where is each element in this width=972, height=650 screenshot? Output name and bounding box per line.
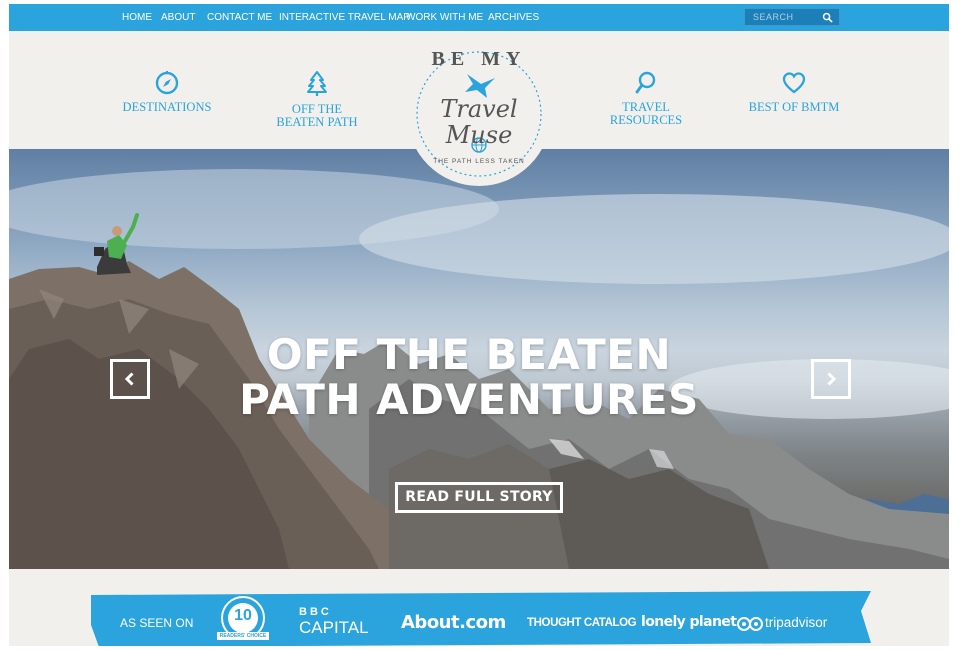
compass-icon: [155, 71, 179, 95]
previous-slide-button[interactable]: [110, 359, 150, 399]
category-label: DESTINATIONS: [122, 100, 212, 114]
nav-archives[interactable]: ARCHIVES: [488, 11, 539, 24]
owl-icon: [737, 617, 763, 631]
category-destinations[interactable]: DESTINATIONS: [112, 71, 222, 114]
chevron-right-icon: [827, 372, 837, 386]
search-icon[interactable]: [822, 12, 833, 23]
hero-title: OFF THE BEATEN PATH ADVENTURES: [209, 332, 729, 422]
search-input[interactable]: SEARCH: [744, 8, 840, 26]
category-label: BEST OF BMTM: [748, 100, 840, 114]
search-placeholder: SEARCH: [753, 12, 794, 22]
hero-slider: OFF THE BEATEN PATH ADVENTURES READ FULL…: [9, 149, 949, 569]
nav-home[interactable]: HOME: [122, 11, 152, 24]
page-frame: HOME ABOUT CONTACT ME INTERACTIVE TRAVEL…: [9, 4, 949, 646]
bbc-text: BBC: [299, 606, 332, 618]
tree-icon: [307, 71, 327, 96]
category-label-line2: BEATEN PATH: [276, 115, 358, 129]
magnifier-icon: [635, 71, 656, 94]
heart-icon: [782, 72, 806, 94]
nav-contact[interactable]: CONTACT ME: [207, 11, 272, 24]
category-label-line2: RESOURCES: [609, 113, 683, 127]
nav-travel-map[interactable]: INTERACTIVE TRAVEL MAP: [279, 11, 410, 24]
usa-today-number: 10: [234, 607, 252, 624]
hero-title-line2: PATH ADVENTURES: [239, 375, 699, 424]
as-seen-on-section: [9, 569, 949, 646]
about-com-logo: About.com: [401, 612, 506, 633]
lonely-planet-logo: lonely planet: [641, 614, 737, 630]
read-full-story-button[interactable]: READ FULL STORY: [395, 482, 563, 513]
category-best-of-bmtm[interactable]: BEST OF BMTM: [739, 71, 849, 114]
hero-title-line1: OFF THE BEATEN: [266, 330, 672, 379]
bbc-capital-logo: BBC CAPITAL: [299, 606, 369, 637]
site-logo[interactable]: BE MY Travel Muse THE PATH LESS TAKEN: [407, 34, 551, 192]
thought-catalog-logo: THOUGHT CATALOG: [527, 617, 637, 629]
tripadvisor-text: tripadvisor: [765, 615, 828, 630]
category-travel-resources[interactable]: TRAVEL RESOURCES: [596, 71, 696, 127]
as-seen-on-label: AS SEEN ON: [120, 616, 194, 630]
category-off-the-beaten-path[interactable]: OFF THE BEATEN PATH: [262, 71, 372, 129]
next-slide-button[interactable]: [811, 359, 851, 399]
logo-travel-muse: Travel Muse: [440, 95, 518, 149]
nav-work-with-me[interactable]: WORK WITH ME: [406, 11, 483, 24]
logo-be-my: BE MY: [431, 48, 527, 70]
nav-about[interactable]: ABOUT: [161, 11, 195, 24]
capital-text: CAPITAL: [299, 618, 369, 637]
chevron-left-icon: [124, 372, 134, 386]
usa-today-logo: 10 READERS' CHOICE: [213, 594, 273, 646]
logo-tagline: THE PATH LESS TAKEN: [433, 158, 525, 165]
usa-today-caption: READERS' CHOICE: [219, 633, 267, 639]
top-navigation: HOME ABOUT CONTACT ME INTERACTIVE TRAVEL…: [9, 4, 949, 31]
